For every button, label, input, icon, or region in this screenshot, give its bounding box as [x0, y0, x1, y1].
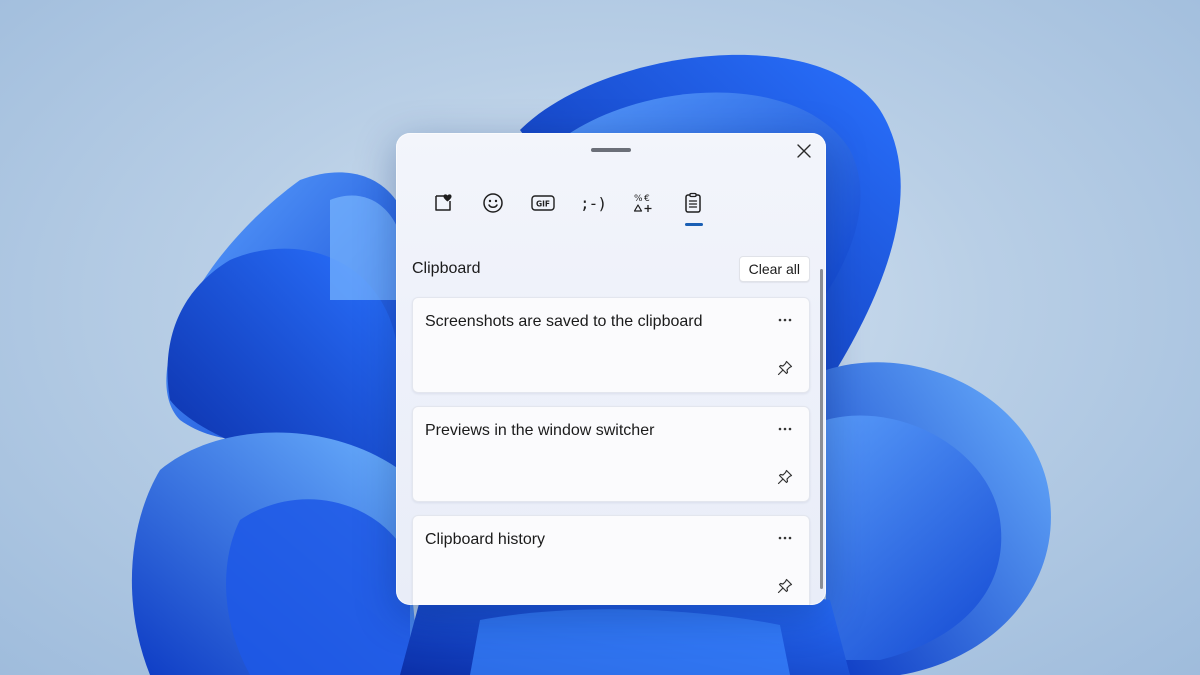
drag-handle[interactable]	[591, 148, 631, 152]
desktop-background: GIF ;-) % € Clipboard Clear all Screensh…	[0, 0, 1200, 675]
clipboard-item[interactable]: Screenshots are saved to the clipboard	[412, 297, 810, 393]
tab-clipboard[interactable]	[668, 185, 718, 226]
gif-icon: GIF	[531, 195, 555, 211]
clipboard-item[interactable]: Clipboard history	[412, 515, 810, 605]
close-icon	[797, 144, 811, 158]
clipboard-icon	[685, 192, 701, 213]
symbols-icon: % €	[633, 194, 652, 212]
tab-symbols[interactable]: % €	[618, 185, 668, 221]
clipboard-item-text: Screenshots are saved to the clipboard	[425, 313, 703, 330]
smiley-icon	[483, 193, 503, 213]
kaomoji-icon: ;-)	[580, 193, 607, 213]
clipboard-item-text: Previews in the window switcher	[425, 422, 655, 439]
more-icon	[778, 536, 792, 540]
more-icon	[778, 427, 792, 431]
clipboard-header: Clipboard Clear all	[412, 255, 810, 283]
pin-icon	[777, 578, 793, 594]
close-button[interactable]	[792, 139, 816, 163]
more-options-button[interactable]	[775, 310, 795, 330]
clear-all-button[interactable]: Clear all	[738, 256, 810, 282]
gif-label: GIF	[536, 200, 550, 209]
more-options-button[interactable]	[775, 419, 795, 439]
clipboard-item-text: Clipboard history	[425, 531, 546, 548]
tab-favorites[interactable]	[418, 185, 468, 221]
pin-button[interactable]	[775, 358, 795, 378]
emoji-clipboard-panel: GIF ;-) % € Clipboard Clear all Screensh…	[396, 133, 826, 605]
more-icon	[778, 318, 792, 322]
pin-icon	[777, 360, 793, 376]
tab-gif[interactable]: GIF	[518, 185, 568, 221]
more-options-button[interactable]	[775, 528, 795, 548]
svg-text:%: %	[634, 194, 643, 204]
pin-button[interactable]	[775, 467, 795, 487]
tab-emoji[interactable]	[468, 185, 518, 221]
svg-text:€: €	[644, 194, 650, 204]
clipboard-history-list: Screenshots are saved to the clipboard P…	[412, 297, 810, 605]
section-title: Clipboard	[412, 260, 481, 277]
scrollbar[interactable]	[820, 269, 823, 589]
pin-icon	[777, 469, 793, 485]
pin-button[interactable]	[775, 576, 795, 596]
heart-note-icon	[435, 194, 452, 211]
clipboard-item[interactable]: Previews in the window switcher	[412, 406, 810, 502]
tab-kaomoji[interactable]: ;-)	[568, 185, 618, 221]
panel-tabs: GIF ;-) % €	[418, 185, 718, 226]
